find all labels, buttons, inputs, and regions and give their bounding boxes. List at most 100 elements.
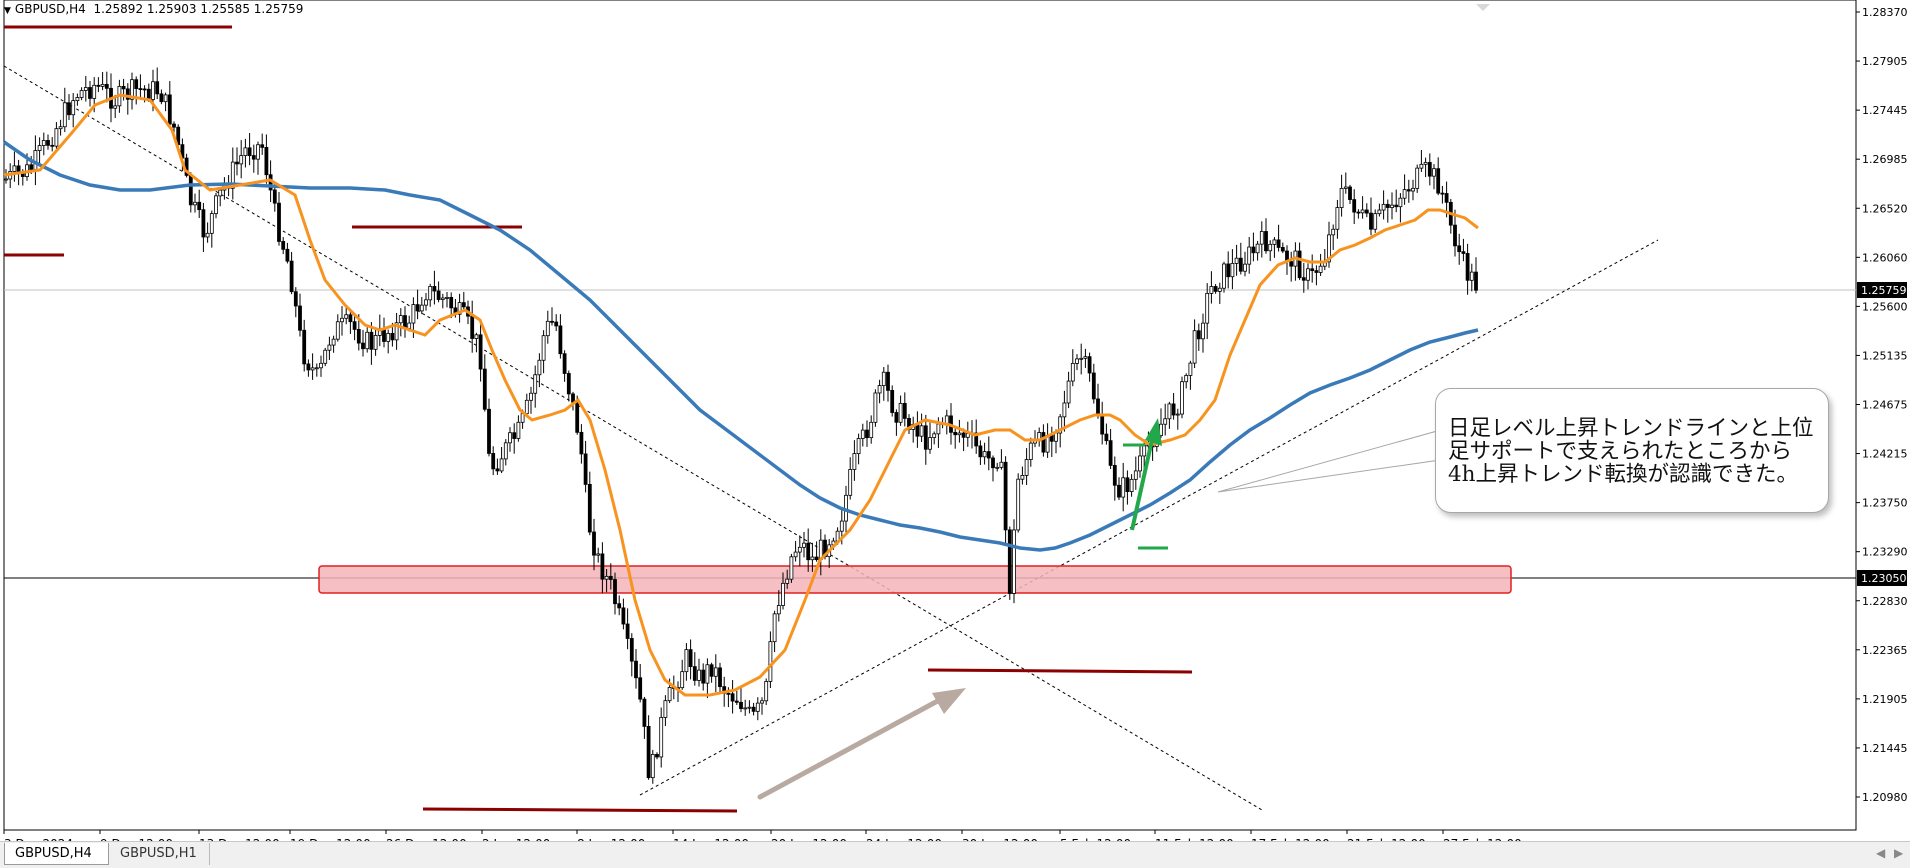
tab-gbpusd-h1[interactable]: GBPUSD,H1	[110, 843, 210, 865]
candle-body	[1100, 415, 1105, 435]
candle-body	[550, 320, 554, 323]
candle-body	[726, 692, 731, 695]
candle-body	[319, 362, 323, 369]
candle-body	[856, 438, 861, 455]
candle-body	[407, 322, 412, 329]
candle-body	[1398, 197, 1403, 208]
candle-body	[474, 334, 479, 339]
candle-body	[390, 332, 395, 341]
annotation-callout: 日足レベル上昇トレンドラインと上位 足サポートで支えられたところから 4h上昇ト…	[1435, 388, 1829, 513]
candle-body	[1385, 203, 1390, 208]
candle-body	[487, 408, 491, 454]
candle-body	[944, 415, 949, 424]
candle-body	[734, 700, 739, 703]
candle-body	[881, 371, 886, 386]
candle-body	[1318, 265, 1323, 273]
candle-body	[1108, 440, 1113, 466]
candle-body	[1289, 261, 1294, 267]
candle-body	[151, 81, 155, 100]
symbol-label: ▼ GBPUSD,H4 1.25892 1.25903 1.25585 1.257…	[4, 2, 303, 16]
candle-body	[991, 457, 995, 469]
candle-body	[1079, 357, 1084, 360]
candle-body	[655, 754, 659, 758]
candle-body	[1196, 330, 1201, 340]
candle-body	[218, 189, 223, 197]
candle-body	[953, 431, 958, 436]
candle-body	[806, 542, 811, 561]
candle-body	[302, 329, 307, 365]
candle-body	[361, 342, 365, 350]
candle-body	[1138, 455, 1142, 472]
candle-body	[608, 575, 613, 580]
candle-body	[1188, 362, 1193, 376]
candle-body	[335, 321, 340, 340]
candle-body	[1411, 187, 1415, 192]
candle-body	[625, 623, 630, 639]
candle-body	[1423, 162, 1428, 165]
candle-body	[1306, 268, 1310, 281]
candle-body	[1028, 442, 1033, 460]
candle-body	[1436, 168, 1441, 194]
candle-body	[680, 671, 685, 689]
candle-body	[83, 87, 88, 91]
candle-body	[415, 304, 420, 312]
candle-body	[1297, 250, 1302, 279]
candle-body	[789, 556, 794, 580]
price-tick-label: 1.21905	[1862, 693, 1908, 706]
candle-body	[1469, 271, 1474, 281]
candle-body	[1167, 403, 1172, 420]
candle-body	[197, 201, 202, 211]
candle-body	[1070, 363, 1075, 382]
candle-body	[298, 305, 302, 331]
candle-body	[247, 147, 252, 156]
candle-body	[306, 363, 311, 371]
candle-body	[293, 291, 298, 307]
candle-body	[1335, 207, 1340, 230]
candle-body	[541, 335, 546, 361]
candle-body	[1427, 162, 1432, 177]
candle-body	[1230, 263, 1235, 278]
candle-body	[281, 241, 286, 250]
candle-body	[348, 314, 353, 323]
scroll-right-icon[interactable]: ▶	[1894, 846, 1903, 860]
candle-body	[1024, 459, 1029, 476]
candle-body	[890, 390, 895, 413]
candle-body	[1066, 380, 1071, 404]
candle-body	[751, 706, 756, 712]
candle-body	[344, 314, 349, 319]
candle-body	[743, 707, 748, 710]
candle-body	[797, 546, 802, 553]
candle-body	[923, 425, 928, 450]
candle-body	[33, 150, 38, 170]
scroll-left-icon[interactable]: ◀	[1876, 846, 1885, 860]
candle-body	[596, 553, 601, 556]
candle-body	[54, 128, 59, 147]
candle-body	[46, 140, 50, 146]
candle-body	[650, 754, 655, 779]
candle-body	[478, 334, 483, 370]
candle-body	[1276, 239, 1281, 248]
candle-body	[810, 556, 815, 561]
candle-body	[1104, 433, 1109, 442]
candle-body	[508, 432, 512, 444]
candle-body	[839, 520, 844, 532]
price-tick-label: 1.23290	[1862, 546, 1908, 559]
tab-gbpusd-h4[interactable]: GBPUSD,H4	[4, 843, 109, 865]
candle-body	[1175, 413, 1180, 416]
candle-body	[193, 201, 197, 206]
candle-body	[667, 687, 672, 702]
candle-body	[638, 677, 643, 700]
candle-body	[1129, 478, 1134, 492]
candle-body	[1268, 243, 1273, 252]
collapse-icon[interactable]: ▼	[4, 6, 11, 16]
candle-body	[1041, 432, 1046, 453]
candle-body	[163, 94, 168, 103]
candle-body	[1348, 186, 1352, 200]
candle-body	[113, 105, 118, 109]
candle-body	[768, 641, 773, 682]
candle-body	[1310, 268, 1315, 272]
candle-body	[533, 374, 538, 394]
candle-body	[167, 94, 172, 125]
candle-body	[1432, 168, 1436, 177]
candle-body	[134, 79, 139, 89]
